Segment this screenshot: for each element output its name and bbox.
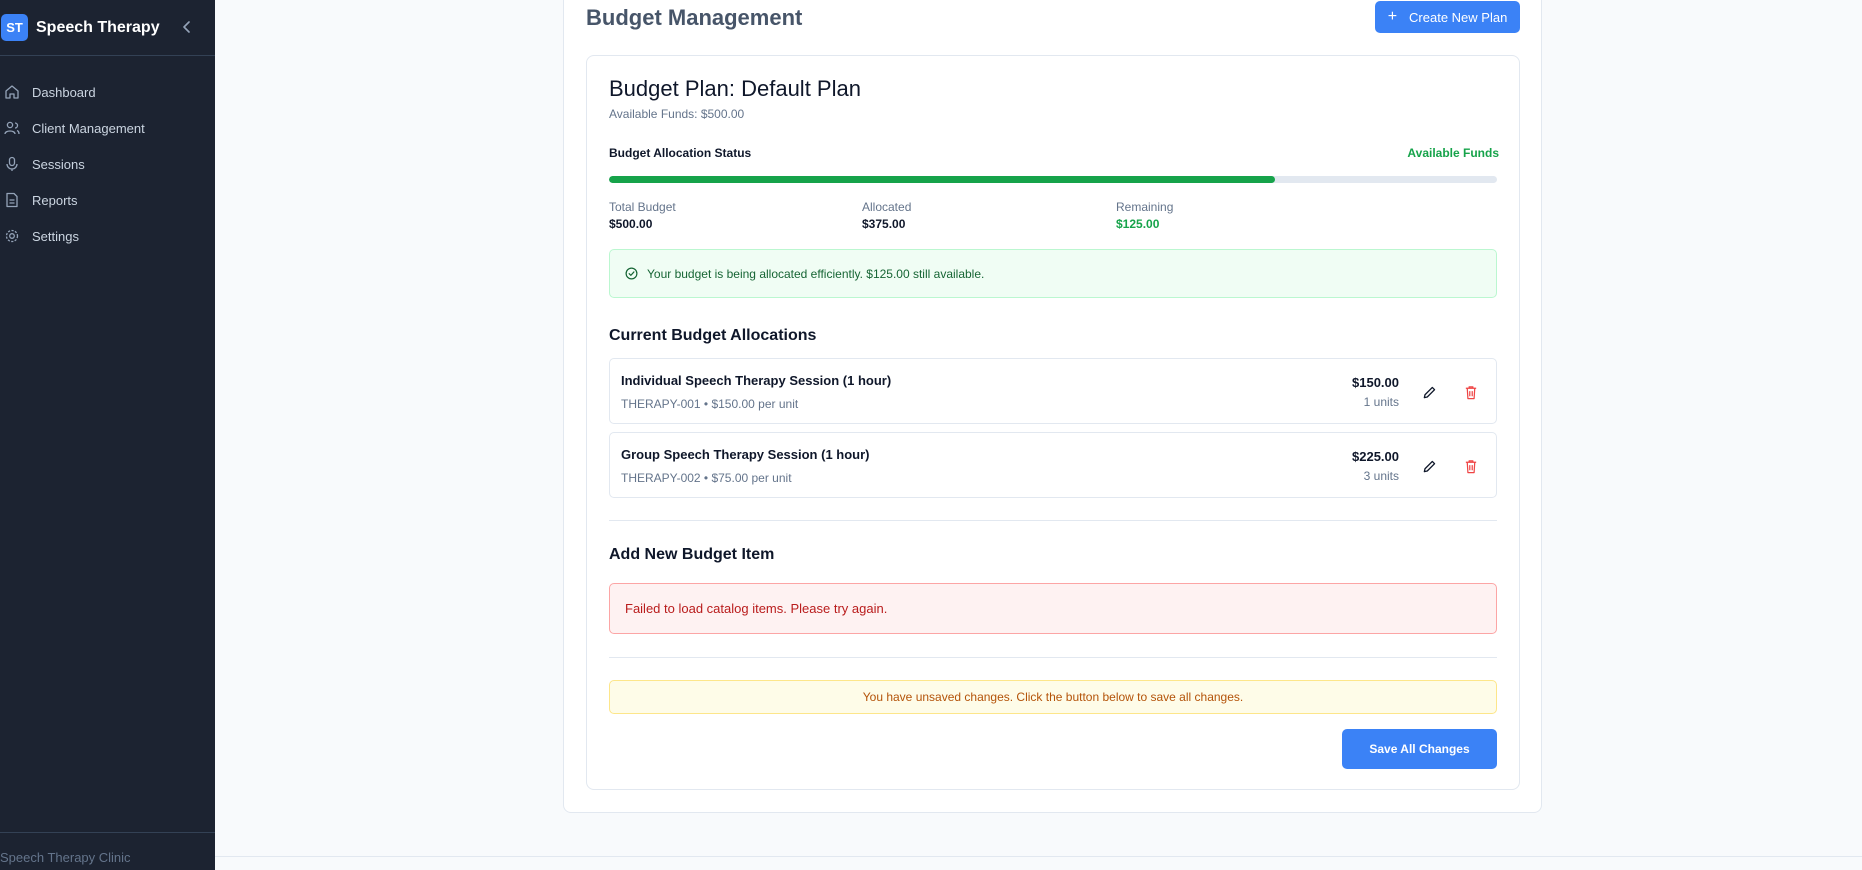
- sidebar-nav: Dashboard Client Management Sessions Rep…: [0, 56, 215, 254]
- allocation-name: Individual Speech Therapy Session (1 hou…: [621, 373, 892, 388]
- document-icon: [4, 192, 20, 208]
- app-logo: ST: [1, 14, 28, 41]
- page-title: Budget Management: [586, 5, 803, 30]
- remaining-label: Remaining: [1116, 200, 1174, 214]
- delete-allocation-button[interactable]: [1462, 383, 1480, 401]
- success-alert: Your budget is being allocated efficient…: [609, 249, 1497, 298]
- allocation-amount: $150.00: [1352, 375, 1399, 390]
- sidebar-item-sessions[interactable]: Sessions: [0, 146, 215, 182]
- remaining-stat: Remaining $125.00: [1116, 200, 1173, 231]
- sidebar-header: ST Speech Therapy: [0, 0, 215, 56]
- allocation-status-label: Budget Allocation Status: [609, 146, 752, 160]
- success-message: Your budget is being allocated efficient…: [647, 266, 985, 281]
- sidebar-item-client-management[interactable]: Client Management: [0, 110, 215, 146]
- edit-allocation-button[interactable]: [1420, 383, 1438, 401]
- unsaved-changes-alert: You have unsaved changes. Click the butt…: [609, 680, 1497, 714]
- trash-icon: [1465, 385, 1477, 399]
- check-circle-icon: [625, 267, 638, 280]
- sidebar-item-dashboard[interactable]: Dashboard: [0, 74, 215, 110]
- sidebar-item-label: Settings: [32, 228, 79, 244]
- pencil-icon: [1423, 460, 1435, 472]
- allocation-name: Group Speech Therapy Session (1 hour): [621, 447, 870, 462]
- allocated-label: Allocated: [862, 200, 912, 214]
- sidebar-item-reports[interactable]: Reports: [0, 182, 215, 218]
- save-all-changes-button[interactable]: Save All Changes: [1342, 729, 1497, 769]
- allocation-meta: THERAPY-002 • $75.00 per unit: [621, 471, 792, 485]
- delete-allocation-button[interactable]: [1462, 457, 1480, 475]
- app-title: Speech Therapy: [36, 18, 160, 36]
- current-allocations-title: Current Budget Allocations: [609, 327, 817, 344]
- gear-icon: [4, 228, 20, 244]
- remaining-value: $125.00: [1116, 217, 1160, 231]
- allocation-units: 3 units: [1363, 469, 1399, 483]
- error-alert: Failed to load catalog items. Please try…: [609, 583, 1497, 634]
- sidebar-item-label: Sessions: [32, 156, 85, 172]
- users-icon: [4, 120, 20, 136]
- plus-icon: +: [1387, 8, 1398, 25]
- footer-divider: [215, 856, 1862, 857]
- allocation-item: Group Speech Therapy Session (1 hour) TH…: [609, 432, 1497, 498]
- total-budget-label: Total Budget: [609, 200, 676, 214]
- create-new-plan-label: Create New Plan: [1409, 9, 1508, 25]
- sidebar-item-label: Reports: [32, 192, 78, 208]
- edit-allocation-button[interactable]: [1420, 457, 1438, 475]
- allocation-progress-bar: [609, 176, 1497, 183]
- sidebar-item-label: Dashboard: [32, 84, 96, 100]
- allocated-stat: Allocated $375.00: [862, 200, 911, 231]
- microphone-icon: [4, 156, 20, 172]
- home-icon: [4, 84, 20, 100]
- allocated-value: $375.00: [862, 217, 906, 231]
- section-divider: [609, 657, 1497, 658]
- total-budget-value: $500.00: [609, 217, 653, 231]
- available-funds-status: Available Funds: [1407, 146, 1499, 160]
- plan-title: Budget Plan: Default Plan: [609, 76, 861, 101]
- section-divider: [609, 520, 1497, 521]
- add-budget-item-title: Add New Budget Item: [609, 546, 775, 563]
- sidebar: ST Speech Therapy Dashboard Client Manag…: [0, 0, 215, 870]
- total-budget-stat: Total Budget $500.00: [609, 200, 676, 231]
- collapse-sidebar-button[interactable]: [180, 18, 194, 36]
- budget-plan-card: Budget Plan: Default Plan Available Fund…: [586, 55, 1520, 790]
- allocation-amount: $225.00: [1352, 449, 1399, 464]
- allocation-progress-fill: [609, 176, 1275, 183]
- trash-icon: [1465, 459, 1477, 473]
- sidebar-item-label: Client Management: [32, 120, 145, 136]
- sidebar-item-settings[interactable]: Settings: [0, 218, 215, 254]
- chevron-left-icon: [183, 21, 190, 33]
- sidebar-footer: Speech Therapy Clinic: [0, 832, 215, 865]
- allocation-item: Individual Speech Therapy Session (1 hou…: [609, 358, 1497, 424]
- allocation-meta: THERAPY-001 • $150.00 per unit: [621, 397, 799, 411]
- plan-available-funds: Available Funds: $500.00: [609, 107, 745, 121]
- allocation-units: 1 units: [1363, 395, 1399, 409]
- create-new-plan-button[interactable]: + Create New Plan: [1375, 1, 1520, 33]
- pencil-icon: [1423, 386, 1435, 398]
